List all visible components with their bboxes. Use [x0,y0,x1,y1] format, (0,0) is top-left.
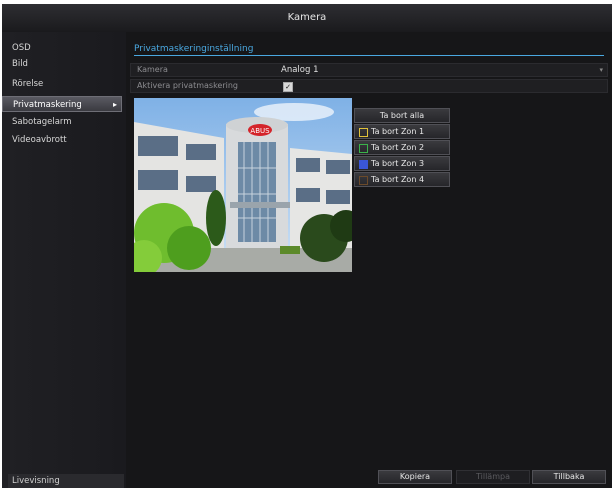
building-image: ABUS [134,98,352,272]
enable-label: Aktivera privatmaskering [137,81,239,90]
chevron-down-icon[interactable]: ▾ [599,64,603,76]
delete-zone-4-button[interactable]: Ta bort Zon 4 [354,172,450,187]
sidebar-item-rorelse[interactable]: Rörelse [2,76,122,92]
sidebar-item-osd[interactable]: OSD [2,40,122,56]
delete-zone-3-button[interactable]: Ta bort Zon 3 [354,156,450,171]
sidebar-item-videoavbrott[interactable]: Videoavbrott [2,132,122,148]
zone-1-label: Ta bort Zon 1 [371,127,425,136]
zone-3-color-swatch [359,160,368,169]
camera-preview[interactable]: ABUS [134,98,352,272]
camera-label: Kamera [137,65,168,74]
delete-all-zones-button[interactable]: Ta bort alla [354,108,450,123]
camera-row: Kamera Analog 1 ▾ [130,63,608,77]
sidebar: OSD Bild Rörelse Privatmaskering Sabotag… [2,32,126,488]
section-title: Privatmaskeringinställning [134,44,604,56]
live-view-button[interactable]: Livevisning [8,474,124,488]
zone-4-label: Ta bort Zon 4 [371,175,425,184]
apply-button[interactable]: Tillämpa [456,470,530,484]
copy-button[interactable]: Kopiera [378,470,452,484]
sidebar-item-sabotagelarm[interactable]: Sabotagelarm [2,114,122,130]
delete-zone-1-button[interactable]: Ta bort Zon 1 [354,124,450,139]
abus-sign: ABUS [250,127,270,135]
back-button[interactable]: Tillbaka [532,470,606,484]
zone-4-color-swatch [359,176,368,185]
zone-3-label: Ta bort Zon 3 [371,159,425,168]
window-title: Kamera [2,4,612,32]
zone-1-color-swatch [359,128,368,137]
enable-row: Aktivera privatmaskering ✓ [130,79,608,93]
enable-privacy-checkbox[interactable]: ✓ [283,82,293,92]
sidebar-item-bild[interactable]: Bild [2,56,122,72]
main-panel: Privatmaskeringinställning Kamera Analog… [126,32,612,488]
zone-2-label: Ta bort Zon 2 [371,143,425,152]
delete-zone-2-button[interactable]: Ta bort Zon 2 [354,140,450,155]
camera-select[interactable]: Analog 1 [281,64,318,76]
zone-2-color-swatch [359,144,368,153]
sidebar-item-privatmaskering[interactable]: Privatmaskering [2,96,122,113]
dvr-window: Kamera OSD Bild Rörelse Privatmaskering … [2,4,612,488]
